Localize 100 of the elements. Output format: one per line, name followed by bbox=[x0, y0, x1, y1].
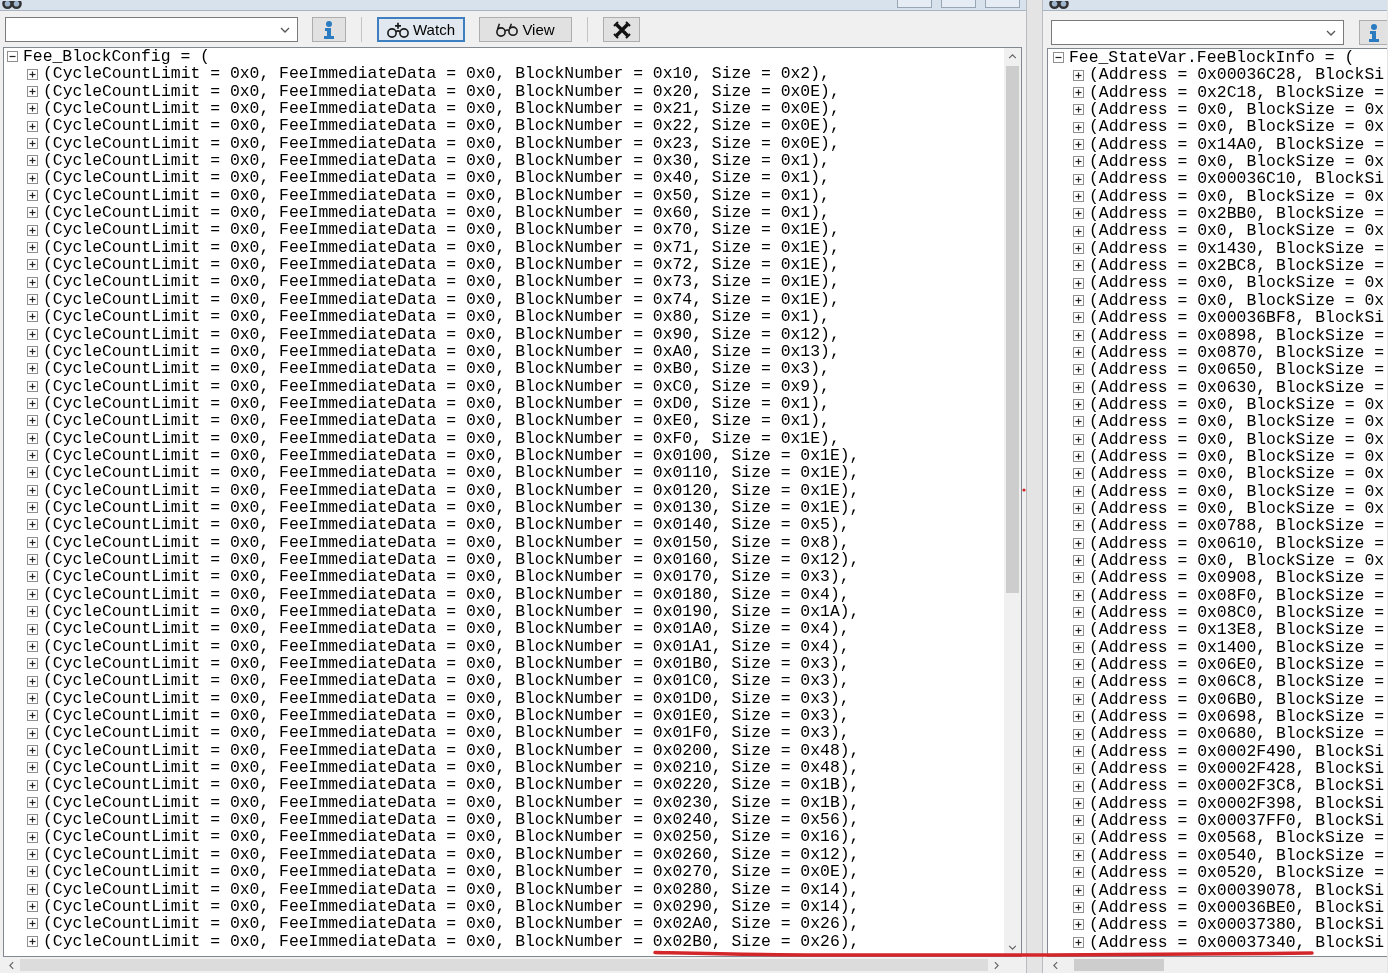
expand-icon[interactable] bbox=[27, 137, 38, 149]
expand-icon[interactable] bbox=[1073, 364, 1084, 376]
expand-icon[interactable] bbox=[1073, 399, 1084, 411]
expand-icon[interactable] bbox=[27, 571, 38, 583]
expand-icon[interactable] bbox=[27, 814, 38, 826]
tree-item[interactable]: (CycleCountLimit = 0x0, FeeImmediateData = 0x0, BlockNumber = 0x01B0, Size = 0x3), bbox=[43, 655, 850, 673]
tree-item[interactable]: (Address = 0x0, BlockSize = 0x bbox=[1089, 430, 1385, 448]
tree-item[interactable]: (Address = 0x0002F3C8, BlockSi bbox=[1089, 777, 1385, 795]
expand-icon[interactable] bbox=[1073, 711, 1084, 723]
expand-icon[interactable] bbox=[1073, 832, 1084, 844]
expand-icon[interactable] bbox=[27, 103, 38, 115]
chevron-left-icon[interactable] bbox=[9, 960, 14, 970]
expand-icon[interactable] bbox=[27, 606, 38, 618]
expand-icon[interactable] bbox=[1073, 156, 1084, 168]
tree-item[interactable]: (Address = 0x2BC8, BlockSize = bbox=[1089, 257, 1385, 275]
tree-item[interactable]: (Address = 0x0, BlockSize = 0x bbox=[1089, 499, 1385, 518]
expand-icon[interactable] bbox=[1073, 780, 1084, 792]
tree-item[interactable]: (Address = 0x0520, BlockSize = bbox=[1089, 864, 1385, 882]
tree-item[interactable]: (Address = 0x06B0, BlockSize = bbox=[1089, 690, 1385, 709]
tree-item[interactable]: (CycleCountLimit = 0x0, FeeImmediateData = 0x0, BlockNumber = 0x02B0, Size = 0x26), bbox=[43, 932, 860, 950]
tree-item[interactable]: (Address = 0x08F0, BlockSize = bbox=[1089, 586, 1385, 604]
expand-icon[interactable] bbox=[1073, 295, 1084, 306]
watch-button[interactable]: Watch bbox=[377, 17, 465, 42]
tree-item[interactable]: (CycleCountLimit = 0x0, FeeImmediateData = 0x0, BlockNumber = 0x20, Size = 0x0E), bbox=[43, 82, 840, 101]
tree-item[interactable]: (Address = 0x0, BlockSize = 0x bbox=[1089, 482, 1385, 500]
tree-item[interactable]: (Address = 0x0568, BlockSize = bbox=[1089, 829, 1385, 847]
tree-item[interactable]: (Address = 0x0650, BlockSize = bbox=[1089, 361, 1385, 379]
tree-item[interactable]: (Address = 0x0002F490, BlockSi bbox=[1089, 742, 1385, 761]
expand-icon[interactable] bbox=[1073, 468, 1084, 480]
view-button[interactable]: View bbox=[479, 17, 572, 42]
expand-icon[interactable] bbox=[27, 640, 38, 652]
expand-icon[interactable] bbox=[1073, 884, 1084, 896]
tree-item[interactable]: (CycleCountLimit = 0x0, FeeImmediateData = 0x0, BlockNumber = 0x0280, Size = 0x14), bbox=[43, 880, 860, 898]
expand-icon[interactable] bbox=[27, 380, 38, 392]
expand-icon[interactable] bbox=[27, 536, 38, 548]
tree-item[interactable]: (Address = 0x1400, BlockSize = bbox=[1089, 638, 1385, 657]
expand-icon[interactable] bbox=[27, 68, 38, 80]
tree-item[interactable]: (Address = 0x14A0, BlockSize = bbox=[1089, 135, 1385, 154]
chevron-left-icon[interactable] bbox=[1053, 960, 1058, 970]
expand-icon[interactable] bbox=[1073, 225, 1084, 237]
dropdown-field[interactable] bbox=[1051, 20, 1344, 45]
expand-icon[interactable] bbox=[27, 85, 38, 97]
tree-item[interactable]: (Address = 0x0788, BlockSize = bbox=[1089, 517, 1385, 535]
tree-item[interactable]: (CycleCountLimit = 0x0, FeeImmediateData = 0x0, BlockNumber = 0x40, Size = 0x1), bbox=[43, 169, 830, 187]
expand-icon[interactable] bbox=[1073, 745, 1084, 757]
expand-icon[interactable] bbox=[27, 779, 38, 791]
expand-icon[interactable] bbox=[1073, 867, 1084, 879]
tree-item[interactable]: (Address = 0x0002F428, BlockSi bbox=[1089, 760, 1385, 778]
tree-item[interactable]: (CycleCountLimit = 0x0, FeeImmediateData = 0x0, BlockNumber = 0x0200, Size = 0x48), bbox=[43, 741, 860, 760]
tree-item[interactable]: (CycleCountLimit = 0x0, FeeImmediateData = 0x0, BlockNumber = 0xC0, Size = 0x9), bbox=[43, 377, 830, 395]
expand-icon[interactable] bbox=[1073, 312, 1084, 324]
tree-item[interactable]: Fee_BlockConfig = ( bbox=[23, 48, 210, 66]
expand-icon[interactable] bbox=[27, 432, 38, 444]
tree-item[interactable]: (Address = 0x0698, BlockSize = bbox=[1089, 708, 1385, 726]
tree-item[interactable]: (CycleCountLimit = 0x0, FeeImmediateData = 0x0, BlockNumber = 0x0120, Size = 0x1E), bbox=[43, 481, 860, 499]
tree-item[interactable]: (CycleCountLimit = 0x0, FeeImmediateData = 0x0, BlockNumber = 0x01A0, Size = 0x4), bbox=[43, 620, 850, 638]
tree-item[interactable]: (Address = 0x00037340, BlockSi bbox=[1089, 933, 1385, 951]
expand-icon[interactable] bbox=[1073, 485, 1084, 497]
expand-icon[interactable] bbox=[1073, 173, 1084, 185]
expand-icon[interactable] bbox=[27, 710, 38, 722]
expand-icon[interactable] bbox=[1073, 190, 1084, 202]
expand-icon[interactable] bbox=[27, 189, 38, 201]
tree-item[interactable]: (CycleCountLimit = 0x0, FeeImmediateData = 0x0, BlockNumber = 0x0270, Size = 0x0E), bbox=[43, 863, 860, 881]
tree-item[interactable]: (CycleCountLimit = 0x0, FeeImmediateData = 0x0, BlockNumber = 0x0220, Size = 0x1B), bbox=[43, 776, 860, 794]
expand-icon[interactable] bbox=[27, 588, 38, 600]
expand-icon[interactable] bbox=[27, 762, 38, 774]
expand-icon[interactable] bbox=[1073, 208, 1084, 220]
tree-item[interactable]: (CycleCountLimit = 0x0, FeeImmediateData = 0x0, BlockNumber = 0x60, Size = 0x1), bbox=[43, 204, 830, 222]
tree-item[interactable]: (CycleCountLimit = 0x0, FeeImmediateData = 0x0, BlockNumber = 0x0180, Size = 0x4), bbox=[43, 585, 850, 603]
expand-icon[interactable] bbox=[27, 831, 38, 843]
expand-icon[interactable] bbox=[1073, 641, 1084, 653]
tree-item[interactable]: (CycleCountLimit = 0x0, FeeImmediateData = 0x0, BlockNumber = 0x74, Size = 0x1E), bbox=[43, 290, 840, 309]
tree-item[interactable]: (Address = 0x0002F398, BlockSi bbox=[1089, 794, 1385, 813]
tree-item[interactable]: (CycleCountLimit = 0x0, FeeImmediateData = 0x0, BlockNumber = 0x22, Size = 0x0E), bbox=[43, 117, 840, 135]
expand-icon[interactable] bbox=[1073, 277, 1084, 289]
expand-icon[interactable] bbox=[27, 744, 38, 756]
tree-item[interactable]: (Address = 0x00037FF0, BlockSi bbox=[1089, 812, 1385, 830]
tree-item[interactable]: (CycleCountLimit = 0x0, FeeImmediateData = 0x0, BlockNumber = 0x0240, Size = 0x56), bbox=[43, 811, 860, 829]
tree-item[interactable]: (Address = 0x2C18, BlockSize = bbox=[1089, 83, 1385, 102]
tree-item[interactable]: (CycleCountLimit = 0x0, FeeImmediateData = 0x0, BlockNumber = 0x10, Size = 0x2), bbox=[43, 65, 830, 83]
tree-item[interactable]: (CycleCountLimit = 0x0, FeeImmediateData = 0x0, BlockNumber = 0x71, Size = 0x1E), bbox=[43, 238, 840, 257]
expand-icon[interactable] bbox=[27, 224, 38, 236]
tree-item[interactable]: (CycleCountLimit = 0x0, FeeImmediateData = 0x0, BlockNumber = 0x0100, Size = 0x1E), bbox=[43, 446, 860, 465]
expand-icon[interactable] bbox=[1073, 416, 1084, 428]
tree-item[interactable]: (CycleCountLimit = 0x0, FeeImmediateData = 0x0, BlockNumber = 0x73, Size = 0x1E), bbox=[43, 273, 840, 291]
info-button[interactable] bbox=[1359, 20, 1387, 45]
tree-item[interactable]: Fee_StateVar.FeeBlockInfo = ( bbox=[1069, 49, 1355, 67]
expand-icon[interactable] bbox=[27, 311, 38, 323]
tree-item[interactable]: (Address = 0x0, BlockSize = 0x bbox=[1089, 274, 1385, 292]
tree-item[interactable]: (CycleCountLimit = 0x0, FeeImmediateData = 0x0, BlockNumber = 0x72, Size = 0x1E), bbox=[43, 256, 840, 274]
tree-item[interactable]: (CycleCountLimit = 0x0, FeeImmediateData = 0x0, BlockNumber = 0x50, Size = 0x1), bbox=[43, 186, 830, 205]
collapse-icon[interactable] bbox=[1053, 52, 1064, 64]
tree-item[interactable]: (Address = 0x00036BF8, BlockSi bbox=[1089, 309, 1385, 327]
expand-icon[interactable] bbox=[27, 363, 38, 375]
expand-icon[interactable] bbox=[1073, 260, 1084, 272]
tree-item[interactable]: (CycleCountLimit = 0x0, FeeImmediateData = 0x0, BlockNumber = 0x0160, Size = 0x12), bbox=[43, 550, 860, 569]
expand-icon[interactable] bbox=[27, 450, 38, 462]
tree-item[interactable]: (Address = 0x00037380, BlockSi bbox=[1089, 916, 1385, 934]
expand-icon[interactable] bbox=[1073, 555, 1084, 567]
scrollbar-thumb[interactable] bbox=[1006, 66, 1019, 593]
